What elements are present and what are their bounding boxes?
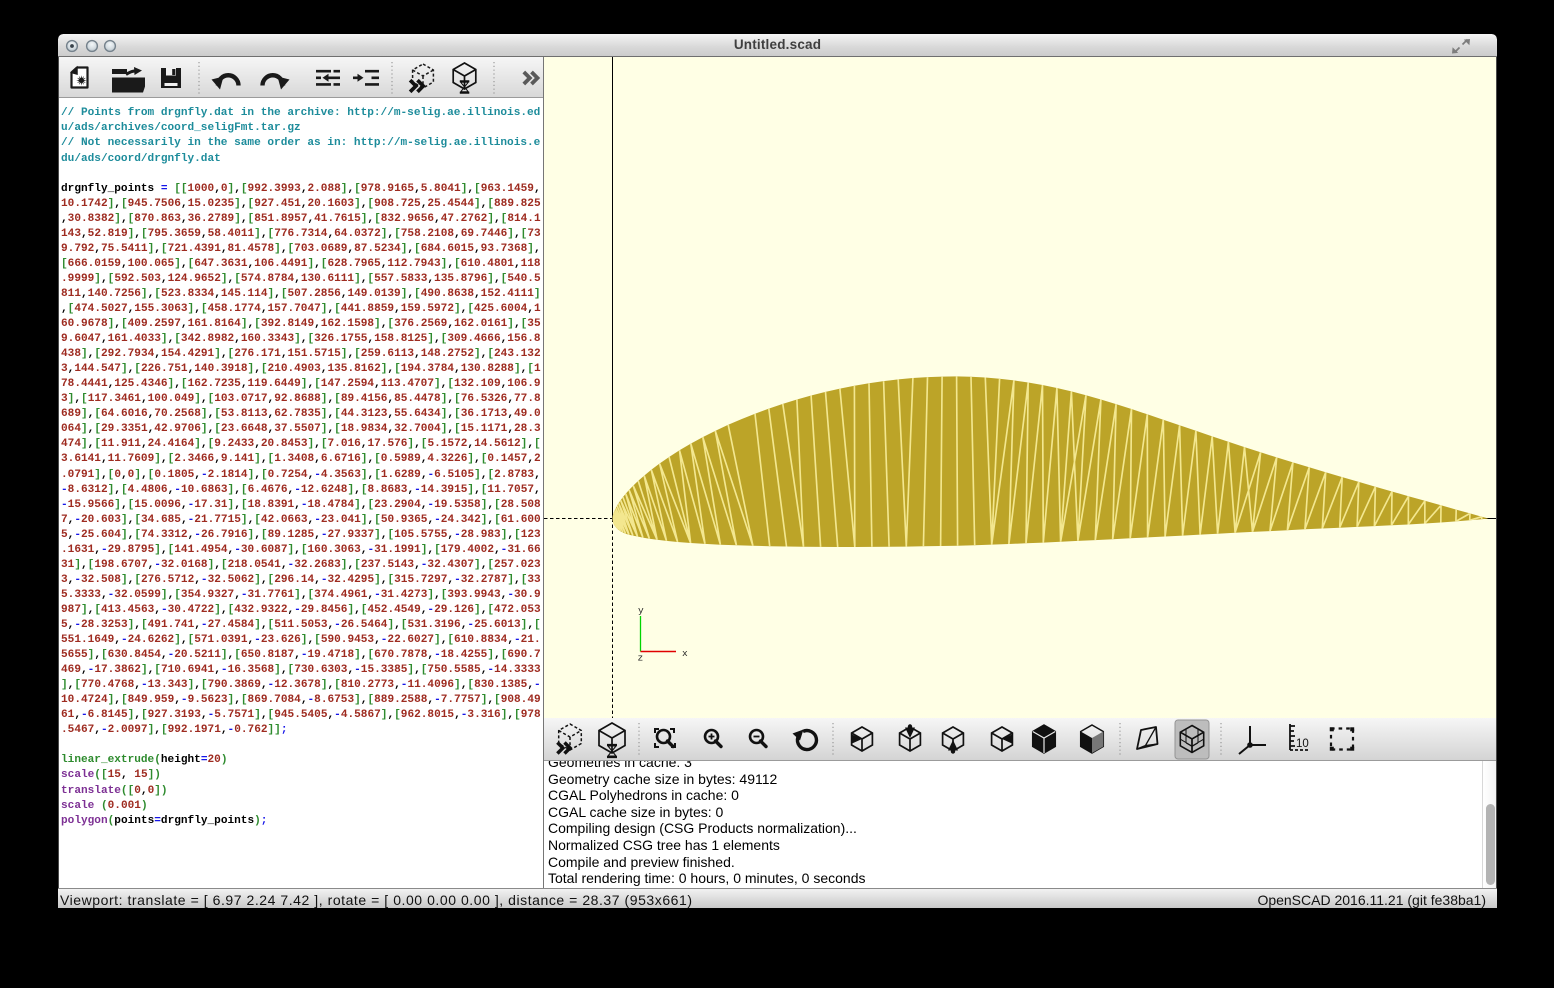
svg-text:10: 10 [1296, 738, 1309, 750]
svg-text:z: z [638, 653, 644, 664]
svg-text:y: y [638, 605, 644, 616]
svg-text:x: x [682, 648, 688, 659]
